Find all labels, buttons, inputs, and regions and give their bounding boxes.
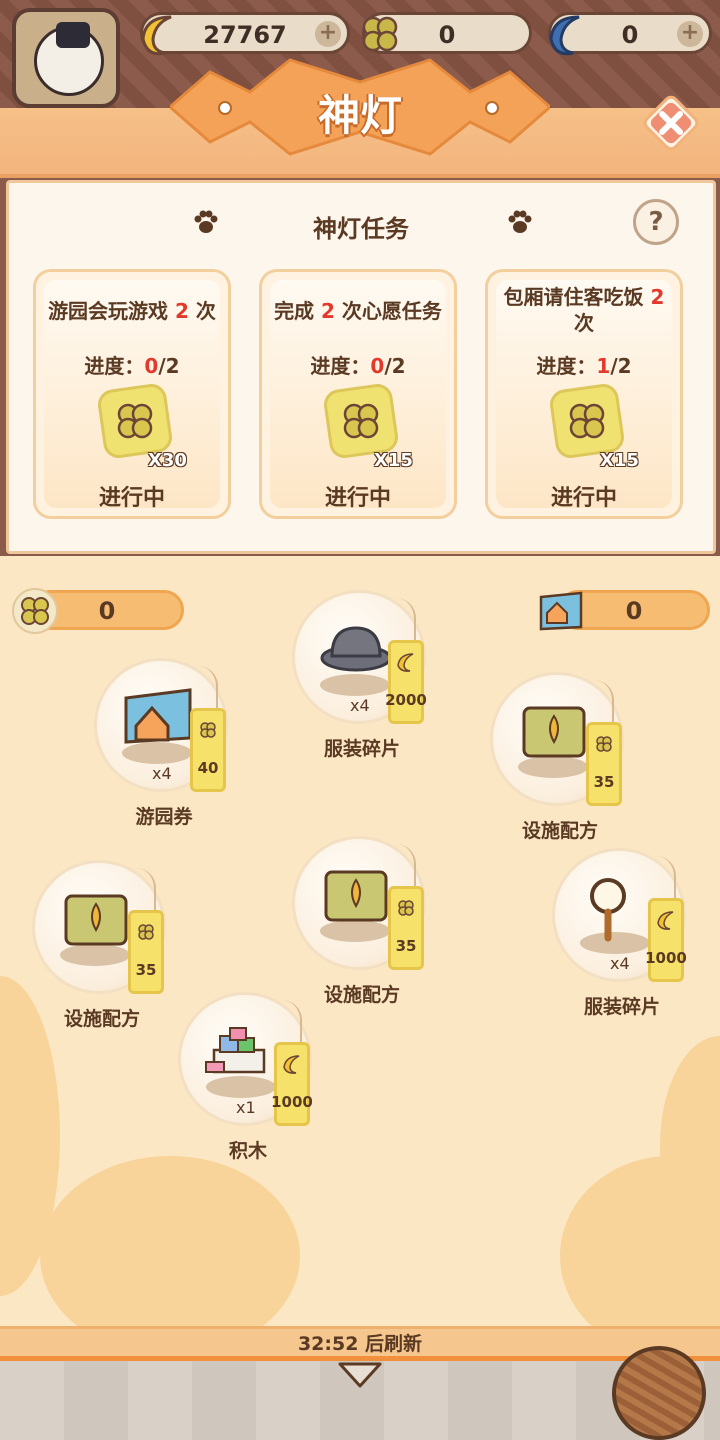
panel-title: 神灯任务 bbox=[313, 215, 409, 243]
item-name: 设施配方 bbox=[63, 1008, 140, 1030]
shop-item[interactable]: x1 1000 积木 bbox=[178, 992, 318, 1162]
hat-icon bbox=[56, 22, 90, 48]
item-price: 1000 bbox=[271, 1093, 313, 1111]
cat-cloud-decoration bbox=[40, 1156, 300, 1326]
banana-icon bbox=[283, 1055, 300, 1074]
magnifier-icon bbox=[590, 878, 626, 942]
tag-string bbox=[594, 680, 614, 726]
item-price: 1000 bbox=[645, 949, 687, 967]
task-description: 游园会玩游戏 2 次 bbox=[48, 299, 216, 323]
recipe-scroll-icon bbox=[64, 894, 128, 946]
refresh-timer: 32:52 后刷新 bbox=[297, 1333, 423, 1355]
reward-count: X30 bbox=[148, 450, 187, 471]
tag-string bbox=[198, 666, 218, 712]
task-progress: 进度：0/2 bbox=[84, 354, 180, 378]
price-tag: 2000 bbox=[385, 640, 427, 724]
reward-count: X15 bbox=[374, 450, 413, 471]
item-name: 设施配方 bbox=[521, 820, 598, 842]
item-name: 服装碎片 bbox=[583, 996, 660, 1018]
item-price: 35 bbox=[135, 961, 157, 979]
building-blocks-icon bbox=[205, 1027, 266, 1074]
item-price: 35 bbox=[593, 773, 615, 791]
price-tag: 35 bbox=[388, 886, 424, 970]
task-card[interactable]: 包厢请住客吃饭 2 次 进度：1/2 X15 进行中 bbox=[485, 269, 683, 519]
task-progress: 进度：1/2 bbox=[536, 354, 632, 378]
item-price: 40 bbox=[197, 759, 219, 777]
ticket-balance: 0 bbox=[539, 590, 710, 631]
help-button[interactable]: ? bbox=[633, 199, 679, 245]
title-banner: 神灯 bbox=[167, 52, 553, 162]
price-tag: 35 bbox=[128, 910, 164, 994]
clover-reward-icon bbox=[324, 384, 398, 458]
recipe-scroll-icon bbox=[522, 706, 586, 758]
price-tag: 1000 bbox=[271, 1042, 313, 1126]
banana-icon bbox=[657, 911, 674, 930]
item-name: 游园券 bbox=[135, 806, 193, 828]
shop-item[interactable]: 35 设施配方 bbox=[490, 672, 630, 842]
tag-string bbox=[136, 868, 156, 914]
shop-area: 0 0 x4 2000 服装碎片 x4 40 游园券 35 设施配方 35 设施… bbox=[0, 556, 720, 1326]
blue-banana-currency: 0 + bbox=[548, 12, 712, 56]
clover-currency: 0 bbox=[362, 12, 532, 54]
clover-reward-icon bbox=[550, 384, 624, 458]
item-price: 2000 bbox=[385, 691, 427, 709]
clover-balance-value: 0 bbox=[98, 597, 116, 625]
recipe-scroll-icon bbox=[324, 870, 388, 922]
task-status: 进行中 bbox=[324, 486, 391, 511]
item-quantity: x4 bbox=[610, 954, 630, 973]
clover-balance: 0 bbox=[12, 588, 184, 634]
task-progress: 进度：0/2 bbox=[310, 354, 406, 378]
clover-icon bbox=[200, 722, 216, 738]
refresh-bar: 32:52 后刷新 bbox=[0, 1326, 720, 1356]
clover-icon bbox=[138, 924, 154, 940]
tag-string bbox=[282, 1000, 302, 1046]
clover-icon bbox=[398, 900, 414, 916]
item-quantity: x1 bbox=[236, 1098, 256, 1117]
clover-count: 0 bbox=[438, 21, 456, 49]
paw-icon bbox=[508, 210, 532, 233]
tag-string bbox=[396, 598, 416, 644]
shop-item[interactable]: x4 2000 服装碎片 bbox=[292, 590, 432, 760]
task-description: 完成 2 次心愿任务 bbox=[274, 299, 442, 323]
avatar[interactable] bbox=[12, 8, 120, 108]
add-banana-button[interactable]: + bbox=[315, 21, 341, 47]
shop-item[interactable]: x4 1000 服装碎片 bbox=[552, 848, 692, 1018]
price-tag: 35 bbox=[586, 722, 622, 806]
close-icon[interactable] bbox=[640, 92, 702, 154]
item-price: 35 bbox=[395, 937, 417, 955]
banana-icon bbox=[397, 653, 414, 672]
hat-icon bbox=[320, 626, 392, 672]
item-quantity: x4 bbox=[152, 764, 172, 783]
item-name: 积木 bbox=[228, 1140, 267, 1162]
clover-reward-icon bbox=[98, 384, 172, 458]
shop-item[interactable]: 35 设施配方 bbox=[292, 836, 432, 1006]
task-status: 进行中 bbox=[550, 486, 617, 511]
clover-icon bbox=[596, 736, 612, 752]
task-status: 进行中 bbox=[98, 486, 165, 511]
shop-item[interactable]: 35 设施配方 bbox=[32, 860, 172, 1030]
ticket-icon bbox=[124, 688, 192, 744]
banana-currency: 27767 + bbox=[140, 12, 350, 56]
task-panel: 神灯任务 ? 游园会玩游戏 2 次 进度：0/2 X30 进行中 完成 2 次心… bbox=[6, 180, 716, 554]
add-blue-banana-button[interactable]: + bbox=[677, 21, 703, 47]
yarn-ball-icon[interactable] bbox=[612, 1346, 706, 1440]
task-card[interactable]: 完成 2 次心愿任务 进度：0/2 X15 进行中 bbox=[259, 269, 457, 519]
shop-item[interactable]: x4 40 游园券 bbox=[94, 658, 234, 828]
reward-count: X15 bbox=[600, 450, 639, 471]
item-quantity: x4 bbox=[350, 696, 370, 715]
task-card[interactable]: 游园会玩游戏 2 次 进度：0/2 X30 进行中 bbox=[33, 269, 231, 519]
chevron-down-icon[interactable] bbox=[336, 1360, 384, 1390]
task-description: 包厢请住客吃饭 2 次 bbox=[503, 285, 665, 335]
ticket-balance-value: 0 bbox=[625, 597, 643, 625]
price-tag: 1000 bbox=[645, 898, 687, 982]
tag-string bbox=[656, 856, 676, 902]
item-name: 服装碎片 bbox=[323, 738, 400, 760]
page-title: 神灯 bbox=[317, 91, 402, 140]
tag-string bbox=[396, 844, 416, 890]
price-tag: 40 bbox=[190, 708, 226, 792]
